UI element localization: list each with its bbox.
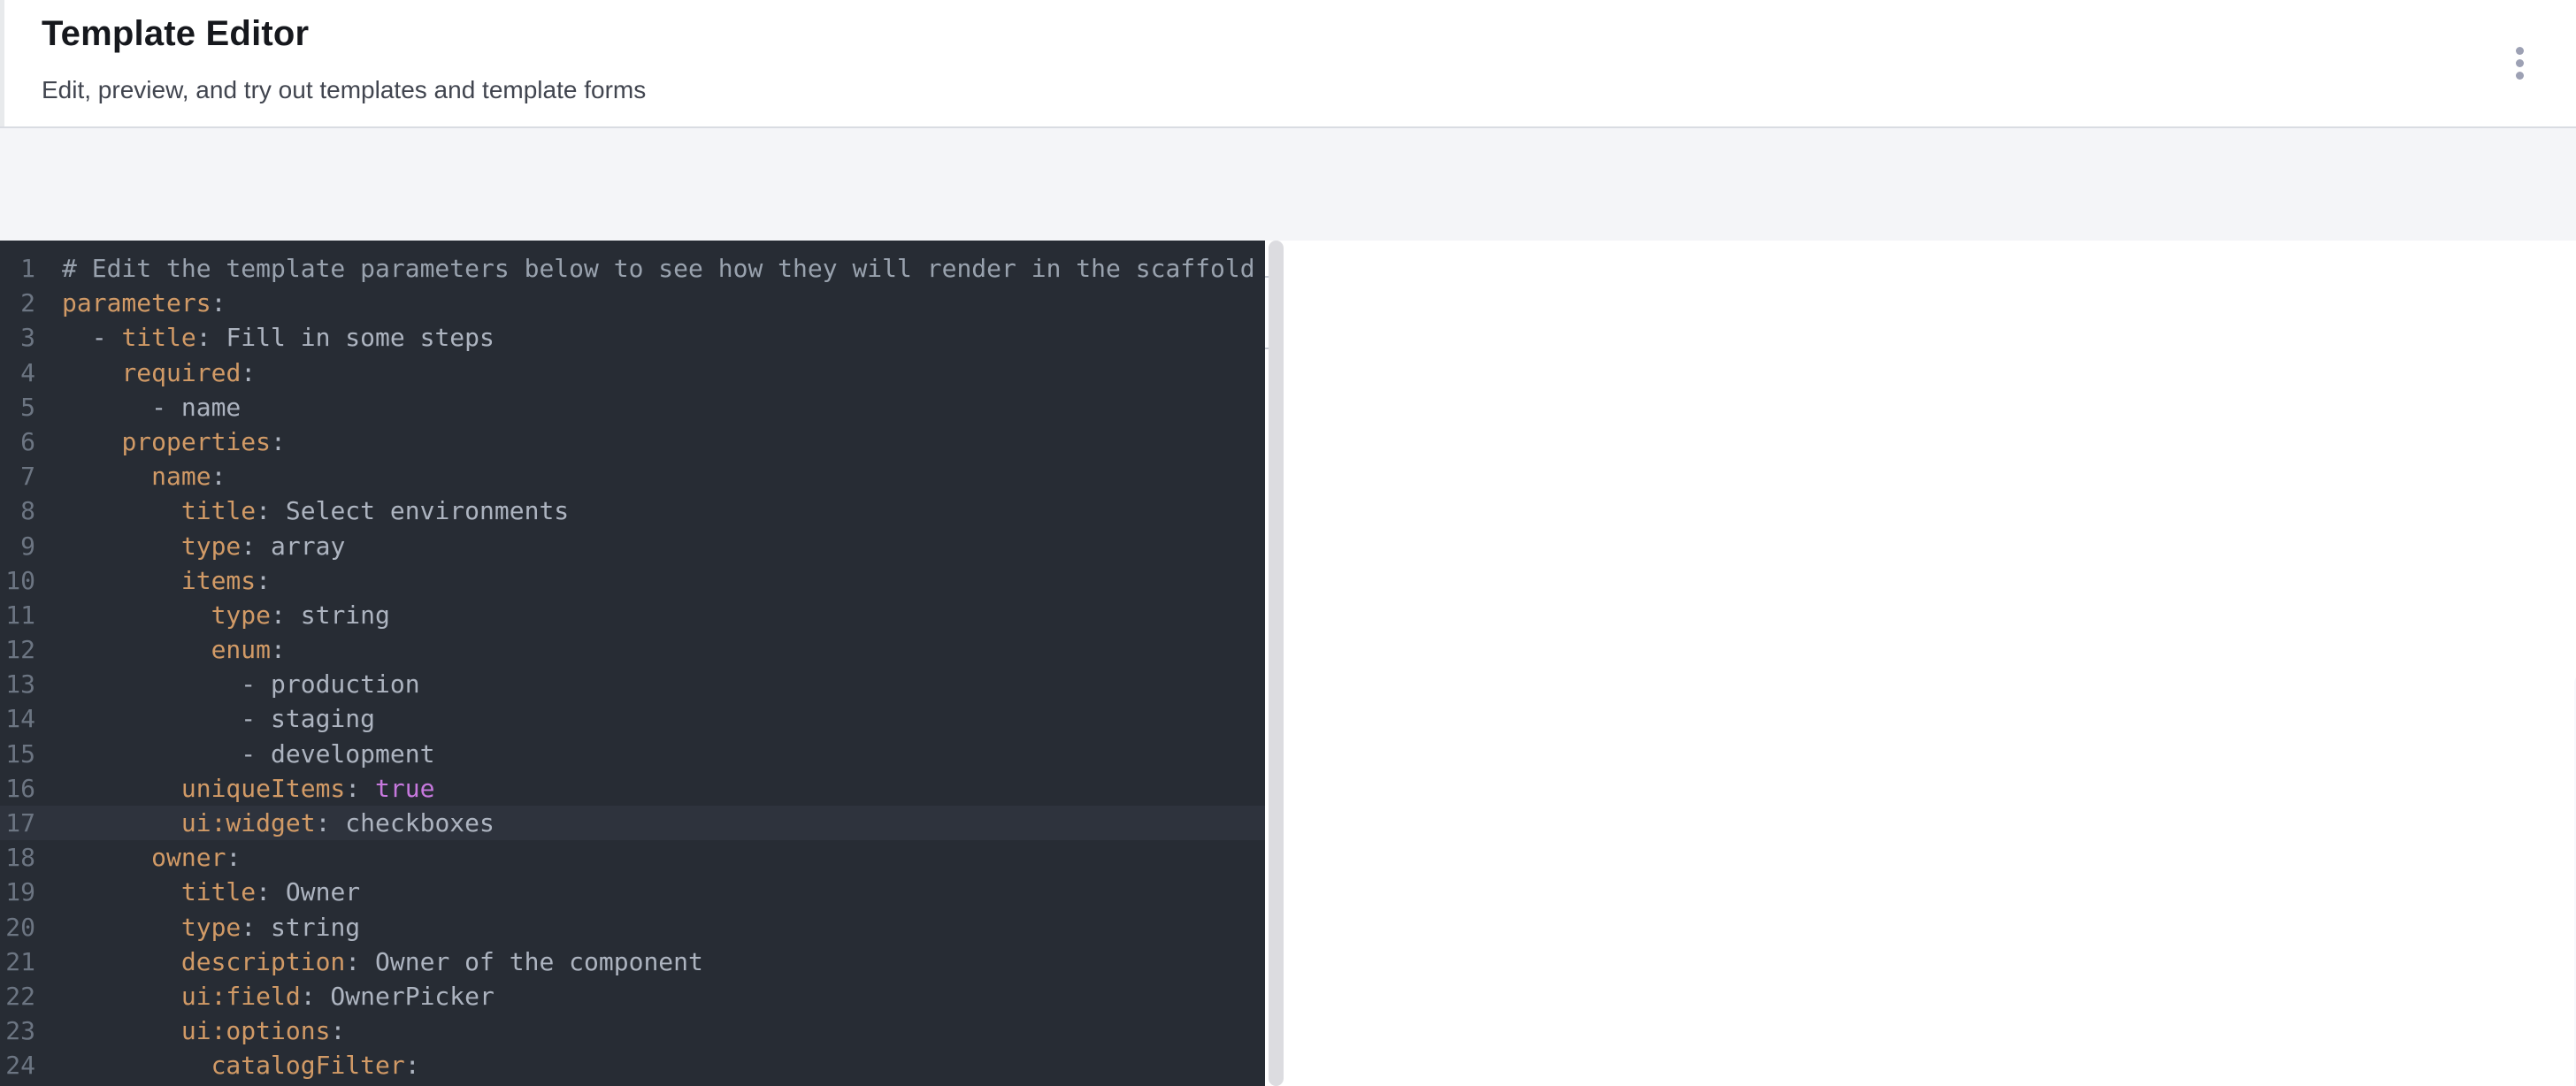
code-line: 23 ui:options:: [0, 1013, 1265, 1048]
line-number: 13: [0, 667, 35, 701]
code-line: 18 owner:: [0, 840, 1265, 875]
code-line: 3 - title: Fill in some steps: [0, 320, 1265, 355]
code-line: 7 name:: [0, 459, 1265, 493]
page-title: Template Editor: [42, 14, 309, 54]
line-number: 21: [0, 945, 35, 979]
line-number: 23: [0, 1013, 35, 1048]
code-line: 11 type: string: [0, 598, 1265, 632]
code-line: 12 enum:: [0, 632, 1265, 667]
code-line: 20 type: string: [0, 910, 1265, 945]
line-number: 20: [0, 910, 35, 945]
code-line: 9 type: array: [0, 529, 1265, 563]
line-number: 12: [0, 632, 35, 667]
code-line: 24 catalogFilter:: [0, 1048, 1265, 1082]
line-number: 5: [0, 390, 35, 424]
line-number: 3: [0, 320, 35, 355]
code-line: 22 ui:field: OwnerPicker: [0, 979, 1265, 1013]
code-line: 2parameters:: [0, 286, 1265, 320]
kebab-menu-icon: [2516, 47, 2524, 55]
more-options-button[interactable]: [2496, 35, 2542, 90]
line-number: 2: [0, 286, 35, 320]
window-edge: [0, 0, 4, 126]
code-line: 17 ui:widget: checkboxes: [0, 806, 1265, 840]
template-preview-panel: 1 2 3 Fill in some steps Choose a locati…: [1284, 241, 2576, 1086]
code-line: 21 description: Owner of the component: [0, 945, 1265, 979]
line-number: 14: [0, 701, 35, 736]
line-number: 8: [0, 493, 35, 528]
code-line: 1# Edit the template parameters below to…: [0, 251, 1265, 286]
code-line: 16 uniqueItems: true: [0, 771, 1265, 806]
line-number: 4: [0, 356, 35, 390]
line-number: 10: [0, 563, 35, 598]
code-line: 19 title: Owner: [0, 875, 1265, 909]
code-lines: 1# Edit the template parameters below to…: [0, 251, 1265, 1083]
line-number: 17: [0, 806, 35, 840]
line-number: 16: [0, 771, 35, 806]
code-line: 14 - staging: [0, 701, 1265, 736]
code-line: 10 items:: [0, 563, 1265, 598]
code-line: 5 - name: [0, 390, 1265, 424]
line-number: 9: [0, 529, 35, 563]
code-line: 13 - production: [0, 667, 1265, 701]
line-number: 19: [0, 875, 35, 909]
line-number: 24: [0, 1048, 35, 1082]
page-header: Template Editor Edit, preview, and try o…: [0, 0, 2576, 126]
code-line: 6 properties:: [0, 424, 1265, 459]
template-editor-page: Template Editor Edit, preview, and try o…: [0, 0, 2576, 1086]
code-line: 15 - development: [0, 737, 1265, 771]
line-number: 6: [0, 424, 35, 459]
code-line: 8 title: Select environments: [0, 493, 1265, 528]
line-number: 15: [0, 737, 35, 771]
template-toolbar: Load Existing Template: [0, 128, 2576, 241]
panel-resize-handle[interactable]: [1269, 241, 1284, 1086]
code-line: 4 required:: [0, 356, 1265, 390]
page-subtitle: Edit, preview, and try out templates and…: [42, 76, 646, 104]
line-number: 7: [0, 459, 35, 493]
line-number: 22: [0, 979, 35, 1013]
yaml-code-editor[interactable]: 1# Edit the template parameters below to…: [0, 241, 1265, 1086]
line-number: 11: [0, 598, 35, 632]
line-number: 1: [0, 251, 35, 286]
line-number: 18: [0, 840, 35, 875]
